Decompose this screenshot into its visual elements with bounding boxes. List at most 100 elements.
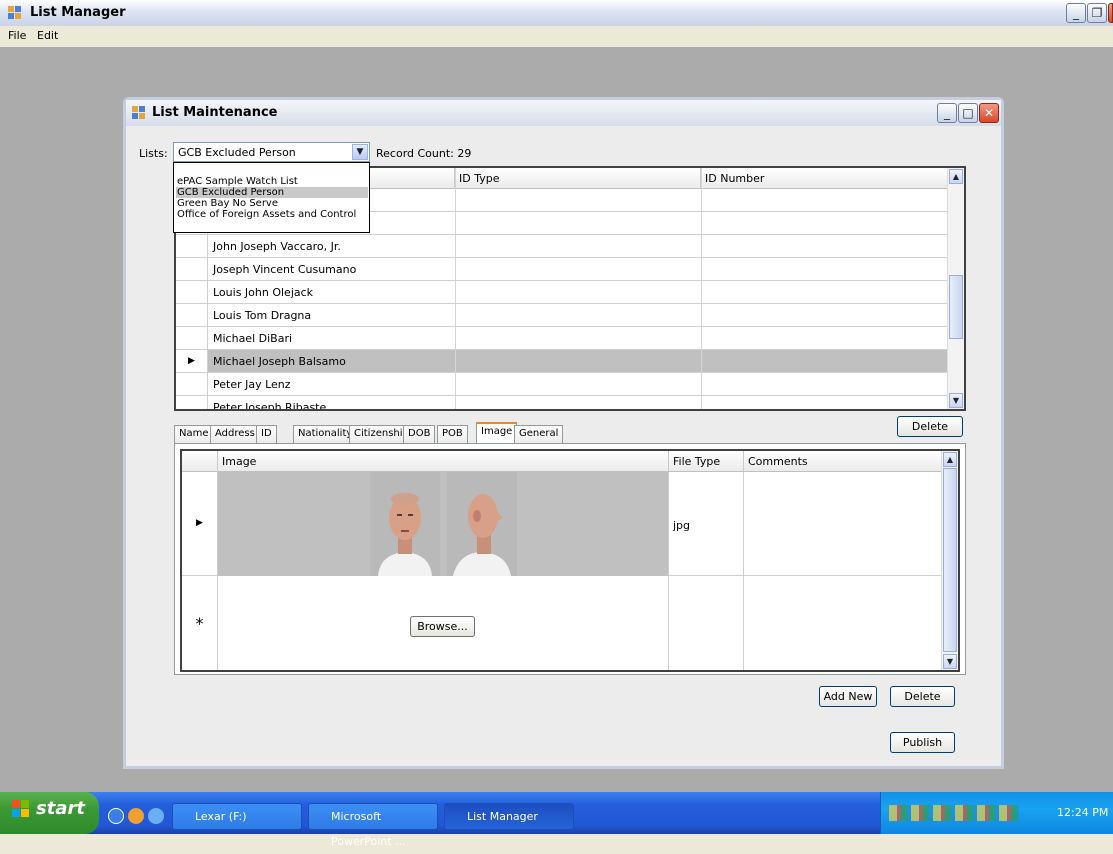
name-cell[interactable]: Michael DiBari bbox=[213, 332, 292, 345]
tab-image[interactable]: Image bbox=[476, 422, 518, 444]
column-header-file-type[interactable]: File Type bbox=[669, 451, 744, 472]
image-grid[interactable]: Image File Type Comments ▶ jpg * Browse.… bbox=[180, 449, 960, 672]
column-header-id-type[interactable]: ID Type bbox=[455, 168, 701, 189]
row-header-corner bbox=[182, 451, 218, 472]
scroll-thumb[interactable] bbox=[949, 275, 963, 339]
lists-dropdown[interactable]: ePAC Sample Watch List GCB Excluded Pers… bbox=[173, 162, 370, 233]
start-label: start bbox=[36, 798, 85, 819]
name-cell[interactable]: Michael Joseph Balsamo bbox=[213, 355, 346, 368]
name-cell[interactable]: Louis John Olejack bbox=[213, 286, 313, 299]
publish-button[interactable]: Publish bbox=[890, 732, 955, 753]
dropdown-option[interactable]: Office of Foreign Assets and Control bbox=[176, 209, 368, 220]
chevron-down-icon[interactable]: ▼ bbox=[352, 144, 368, 160]
row-header[interactable] bbox=[176, 327, 208, 349]
name-cell[interactable]: Louis Tom Dragna bbox=[213, 309, 311, 322]
tab-address[interactable]: Address bbox=[210, 425, 260, 443]
child-maximize-button[interactable]: □ bbox=[958, 103, 978, 123]
image-grid-scrollbar[interactable]: ▲ ▼ bbox=[941, 451, 958, 670]
image-cell[interactable] bbox=[218, 472, 669, 576]
lists-combobox[interactable]: GCB Excluded Person ▼ bbox=[173, 142, 370, 162]
start-button[interactable]: start bbox=[0, 792, 99, 834]
clock: 12:24 PM bbox=[1057, 806, 1109, 819]
name-cell[interactable]: Joseph Vincent Cusumano bbox=[213, 263, 356, 276]
window-title: List Maintenance bbox=[152, 105, 278, 120]
child-minimize-button[interactable]: _ bbox=[937, 103, 957, 123]
tray-icons[interactable] bbox=[889, 805, 1019, 821]
table-row-selected[interactable]: ▶ Michael Joseph Balsamo bbox=[176, 350, 948, 373]
browser-icon[interactable] bbox=[148, 808, 164, 824]
table-row[interactable]: John Joseph Vaccaro, Jr. bbox=[176, 235, 948, 258]
system-tray: 12:24 PM bbox=[880, 792, 1113, 834]
dropdown-option[interactable]: ePAC Sample Watch List bbox=[176, 176, 368, 187]
tab-id[interactable]: ID bbox=[256, 425, 277, 443]
window-icon bbox=[132, 106, 146, 120]
scroll-down-icon[interactable]: ▼ bbox=[949, 393, 963, 408]
new-file-type-cell[interactable] bbox=[669, 576, 744, 670]
row-header[interactable] bbox=[176, 396, 208, 409]
child-titlebar[interactable]: List Maintenance _ □ ✕ bbox=[126, 100, 1001, 126]
name-cell[interactable]: Peter Jay Lenz bbox=[213, 378, 291, 391]
firefox-icon[interactable] bbox=[128, 808, 144, 824]
taskbar-list-manager[interactable]: List Manager bbox=[444, 803, 574, 830]
current-row-arrow-icon[interactable]: ▶ bbox=[176, 350, 208, 372]
name-cell[interactable]: John Joseph Vaccaro, Jr. bbox=[213, 240, 341, 253]
delete-image-button[interactable]: Delete bbox=[890, 686, 955, 707]
grid-vertical-scrollbar[interactable]: ▲ ▼ bbox=[947, 168, 964, 409]
menu-edit[interactable]: Edit bbox=[37, 29, 58, 42]
file-type-cell[interactable]: jpg bbox=[669, 472, 744, 576]
app-title: List Manager bbox=[30, 5, 126, 20]
app-titlebar: List Manager _ ❐ bbox=[0, 0, 1113, 27]
menu-file[interactable]: File bbox=[8, 29, 26, 42]
scroll-up-icon[interactable]: ▲ bbox=[949, 169, 963, 184]
column-header-id-number[interactable]: ID Number bbox=[701, 168, 948, 189]
child-close-button[interactable]: ✕ bbox=[979, 103, 999, 123]
list-maintenance-window: List Maintenance _ □ ✕ Lists: GCB Exclud… bbox=[123, 97, 1004, 769]
tab-dob[interactable]: DOB bbox=[403, 425, 436, 443]
tab-general[interactable]: General bbox=[514, 425, 564, 443]
column-header-image[interactable]: Image bbox=[218, 451, 669, 472]
menubar bbox=[0, 26, 1113, 47]
table-row[interactable]: Peter Joseph Ribaste bbox=[176, 396, 948, 409]
browse-button[interactable]: Browse... bbox=[410, 616, 475, 637]
file-type-value: jpg bbox=[673, 519, 691, 532]
table-row[interactable]: Peter Jay Lenz bbox=[176, 373, 948, 396]
scroll-down-icon[interactable]: ▼ bbox=[943, 654, 957, 669]
new-image-cell[interactable]: Browse... bbox=[218, 576, 669, 670]
scroll-up-icon[interactable]: ▲ bbox=[943, 452, 957, 467]
new-row-marker: * bbox=[182, 576, 218, 670]
table-row[interactable]: Louis John Olejack bbox=[176, 281, 948, 304]
column-header-comments[interactable]: Comments bbox=[744, 451, 942, 472]
current-row-arrow-icon[interactable]: ▶ bbox=[182, 472, 218, 576]
app-icon bbox=[8, 6, 22, 20]
tab-pob[interactable]: POB bbox=[437, 425, 468, 443]
column-divider bbox=[455, 168, 456, 409]
row-header[interactable] bbox=[176, 281, 208, 303]
add-new-button[interactable]: Add New bbox=[819, 686, 877, 707]
dropdown-option-selected[interactable]: GCB Excluded Person bbox=[176, 187, 368, 198]
delete-record-button[interactable]: Delete bbox=[897, 416, 963, 437]
tab-name[interactable]: Name bbox=[174, 425, 214, 443]
minimize-button[interactable]: _ bbox=[1066, 3, 1086, 23]
windows-logo-icon bbox=[12, 800, 30, 818]
column-divider bbox=[701, 168, 702, 409]
dropdown-option[interactable]: Green Bay No Serve bbox=[176, 198, 368, 209]
front-photo bbox=[370, 472, 440, 576]
name-cell[interactable]: Peter Joseph Ribaste bbox=[213, 401, 326, 409]
table-row[interactable]: Joseph Vincent Cusumano bbox=[176, 258, 948, 281]
row-header[interactable] bbox=[176, 258, 208, 280]
table-row[interactable]: Louis Tom Dragna bbox=[176, 304, 948, 327]
ie-icon[interactable] bbox=[108, 808, 124, 824]
row-header[interactable] bbox=[176, 235, 208, 257]
table-row[interactable]: Michael DiBari bbox=[176, 327, 948, 350]
combo-value: GCB Excluded Person bbox=[178, 146, 296, 159]
comments-cell[interactable] bbox=[744, 472, 942, 576]
taskbar-powerpoint[interactable]: Microsoft PowerPoint ... bbox=[308, 803, 438, 848]
close-button[interactable] bbox=[1108, 3, 1113, 23]
row-header[interactable] bbox=[176, 373, 208, 395]
restore-button[interactable]: ❐ bbox=[1087, 3, 1107, 23]
row-header[interactable] bbox=[176, 304, 208, 326]
scroll-thumb[interactable] bbox=[943, 468, 957, 652]
record-count: Record Count: 29 bbox=[376, 147, 472, 160]
taskbar-lexar[interactable]: Lexar (F:) bbox=[172, 803, 302, 830]
tab-nationality[interactable]: Nationality bbox=[293, 425, 358, 443]
